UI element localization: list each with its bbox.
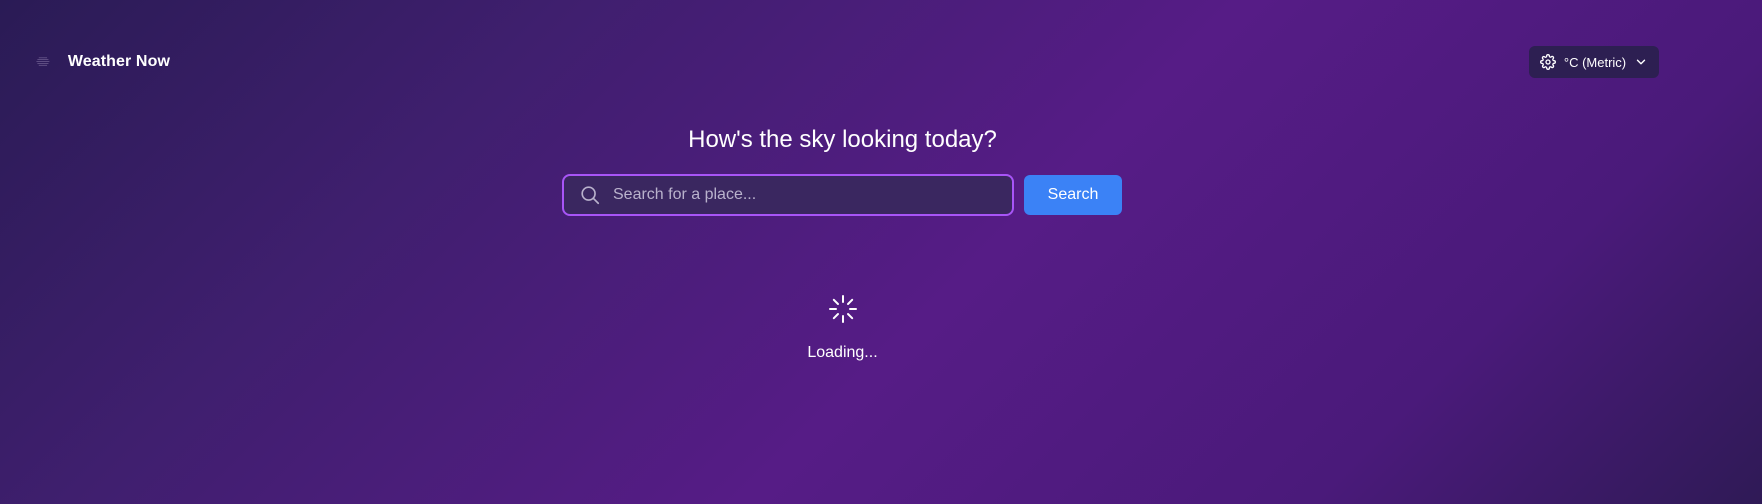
chevron-down-icon: [1636, 59, 1646, 65]
brand-name: Weather Now: [67, 53, 170, 70]
units-label: °C (Metric): [1563, 54, 1627, 70]
page-headline: How's the sky looking today?: [688, 126, 997, 153]
spinner-icon: [828, 295, 857, 323]
weather-lines-icon: [36, 57, 50, 66]
search-bar: Search: [562, 174, 1122, 216]
loading-indicator: Loading...: [0, 294, 1685, 362]
header: Weather Now °C (Metric): [0, 0, 1762, 124]
units-dropdown-button[interactable]: °C (Metric): [1529, 46, 1659, 78]
search-button[interactable]: Search: [1024, 175, 1122, 215]
loading-text: Loading...: [807, 344, 878, 361]
search-icon: [581, 186, 600, 205]
gear-icon: [1539, 54, 1556, 70]
search-field[interactable]: [562, 174, 1014, 216]
search-input[interactable]: [601, 175, 1012, 215]
brand-logo[interactable]: Weather Now: [36, 46, 170, 78]
